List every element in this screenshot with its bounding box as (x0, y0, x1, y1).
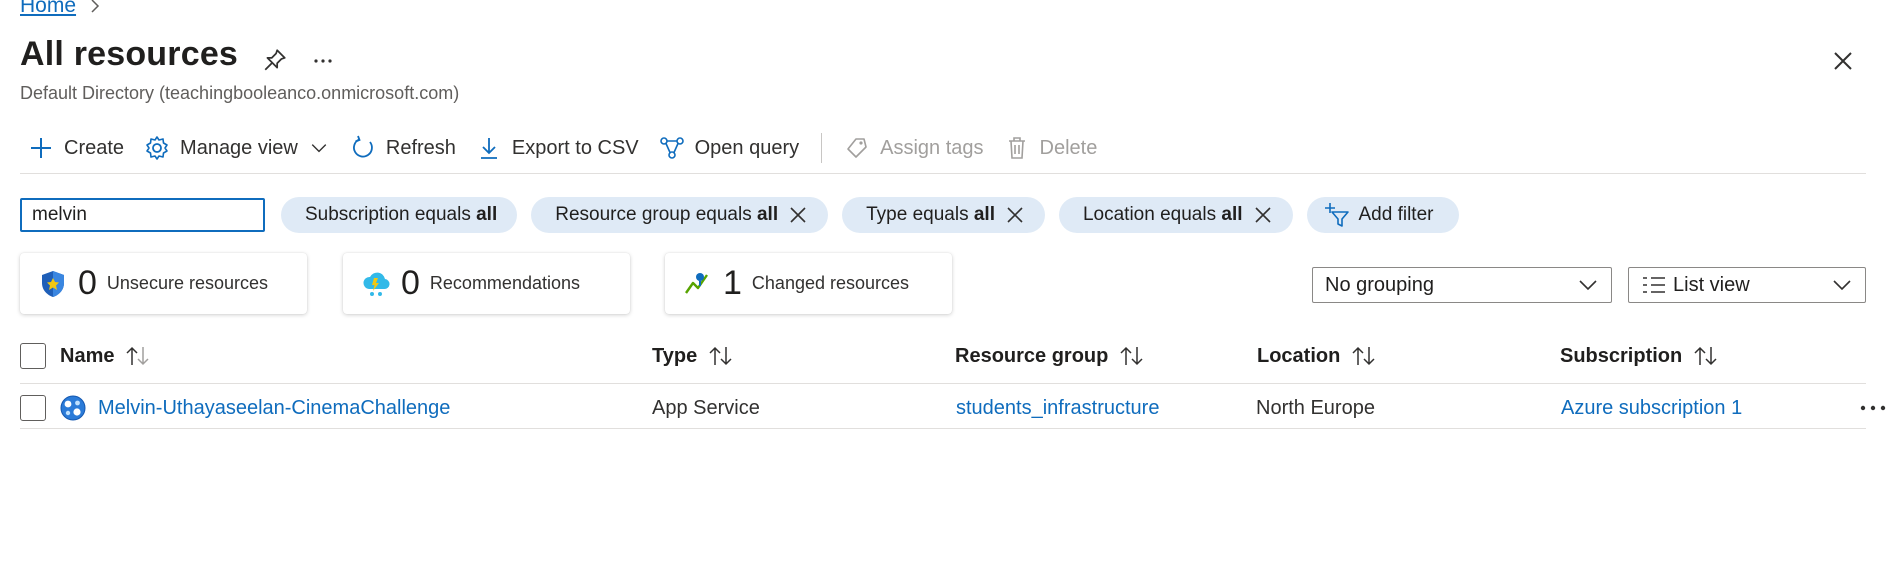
filter-resource-group-text: Resource group equals all (555, 204, 779, 225)
table-header-divider (20, 383, 1866, 384)
page-subtitle: Default Directory (teachingbooleanco.onm… (20, 83, 460, 103)
column-header-type-label: Type (652, 344, 698, 367)
view-selected: List view (1673, 273, 1750, 296)
close-icon (790, 207, 806, 223)
sort-icon[interactable] (707, 345, 737, 367)
column-header-location-label: Location (1257, 344, 1341, 367)
delete-label: Delete (1039, 136, 1098, 159)
download-icon (480, 138, 497, 159)
list-view-icon (1643, 277, 1665, 293)
app-service-icon (60, 395, 86, 421)
chevron-down-icon (1579, 280, 1597, 291)
change-analysis-icon (685, 272, 708, 294)
unsecure-resources-count: 0 (78, 264, 97, 302)
resource-location: North Europe (1256, 396, 1375, 419)
grouping-dropdown[interactable]: No grouping (1312, 267, 1612, 303)
plus-icon (31, 138, 51, 158)
tag-icon (847, 138, 867, 158)
unsecure-resources-label: Unsecure resources (106, 273, 268, 293)
breadcrumb-home-link[interactable]: Home (20, 0, 76, 18)
manage-view-button[interactable]: Manage view (134, 128, 340, 168)
pin-icon[interactable] (262, 47, 288, 73)
assign-tags-label: Assign tags (880, 136, 984, 159)
column-header-subscription-label: Subscription (1560, 344, 1683, 367)
recommendations-count: 0 (401, 264, 420, 302)
toolbar-divider (821, 133, 823, 163)
column-header-type[interactable]: Type (652, 343, 737, 369)
chevron-down-icon (311, 144, 327, 153)
toolbar-divider-line (20, 173, 1866, 174)
view-dropdown[interactable]: List view (1628, 267, 1866, 303)
changed-resources-label: Changed resources (751, 273, 910, 293)
sort-icon[interactable] (1118, 345, 1148, 367)
create-label: Create (64, 136, 125, 159)
remove-filter-resource-group[interactable] (788, 205, 808, 225)
subscription-link[interactable]: Azure subscription 1 (1561, 395, 1742, 421)
export-csv-label: Export to CSV (511, 136, 639, 159)
resource-name-link[interactable]: Melvin-Uthayaseelan-CinemaChallenge (98, 395, 450, 421)
open-query-label: Open query (694, 136, 800, 159)
manage-view-label: Manage view (180, 136, 298, 159)
close-icon[interactable] (1828, 46, 1858, 76)
recommendations-label: Recommendations (429, 273, 580, 293)
close-icon (1007, 207, 1023, 223)
changed-resources-count: 1 (723, 264, 742, 302)
remove-filter-location[interactable] (1253, 205, 1273, 225)
close-icon (1254, 207, 1271, 223)
filter-location[interactable]: Location equals all (1058, 197, 1293, 233)
export-csv-button[interactable]: Export to CSV (466, 128, 649, 168)
page-title: All resources (20, 35, 239, 73)
sort-icon[interactable] (124, 345, 154, 367)
chevron-right-icon (91, 0, 100, 13)
filter-pills: Subscription equals all Resource group e… (281, 197, 1460, 233)
resource-group-link[interactable]: students_infrastructure (956, 395, 1159, 421)
more-options-icon[interactable] (310, 48, 336, 74)
checkbox[interactable] (20, 343, 46, 369)
row-checkbox[interactable] (20, 395, 46, 421)
add-filter-label: Add filter (1358, 204, 1434, 225)
add-filter-button[interactable]: Add filter (1306, 197, 1460, 233)
filter-subscription-text: Subscription equals all (305, 204, 498, 225)
sort-icon[interactable] (1692, 345, 1722, 367)
filter-resource-group[interactable]: Resource group equals all (531, 197, 829, 233)
command-bar: Create Manage view Refresh Export to CSV… (20, 128, 1107, 168)
chevron-down-icon (1833, 280, 1851, 291)
table-row-divider (20, 428, 1866, 429)
delete-button[interactable]: Delete (994, 128, 1108, 168)
refresh-label: Refresh (385, 136, 456, 159)
changed-resources-card[interactable]: 1 Changed resources (665, 253, 952, 314)
add-filter-icon (1324, 203, 1349, 227)
recommendations-card[interactable]: 0 Recommendations (343, 253, 630, 314)
unsecure-resources-card[interactable]: 0 Unsecure resources (20, 253, 307, 314)
filter-subscription[interactable]: Subscription equals all (281, 197, 518, 233)
advisor-cloud-icon (363, 272, 390, 296)
sort-icon[interactable] (1350, 345, 1380, 367)
create-button[interactable]: Create (20, 128, 134, 168)
column-header-subscription[interactable]: Subscription (1560, 343, 1722, 369)
refresh-button[interactable]: Refresh (340, 128, 466, 168)
row-more-actions-icon[interactable] (1858, 395, 1888, 421)
column-header-resource-group[interactable]: Resource group (955, 343, 1148, 369)
breadcrumb: Home (20, 0, 102, 18)
filter-type[interactable]: Type equals all (842, 197, 1045, 233)
trash-icon (1008, 137, 1025, 159)
column-header-name[interactable]: Name (60, 343, 154, 369)
remove-filter-type[interactable] (1005, 205, 1025, 225)
open-query-button[interactable]: Open query (649, 128, 810, 168)
search-input[interactable] (20, 198, 265, 232)
resource-type: App Service (652, 396, 760, 419)
select-all-checkbox[interactable] (20, 343, 46, 369)
grouping-selected: No grouping (1325, 273, 1434, 296)
checkbox[interactable] (20, 395, 46, 421)
query-graph-icon (659, 137, 684, 159)
filter-type-text: Type equals all (866, 204, 995, 225)
assign-tags-button[interactable]: Assign tags (834, 128, 993, 168)
refresh-icon (352, 135, 373, 158)
gear-icon (146, 136, 168, 160)
column-header-resource-group-label: Resource group (955, 344, 1109, 367)
filter-location-text: Location equals all (1082, 204, 1243, 225)
column-header-location[interactable]: Location (1257, 343, 1380, 369)
column-header-name-label: Name (60, 344, 115, 367)
shield-icon (42, 270, 64, 297)
